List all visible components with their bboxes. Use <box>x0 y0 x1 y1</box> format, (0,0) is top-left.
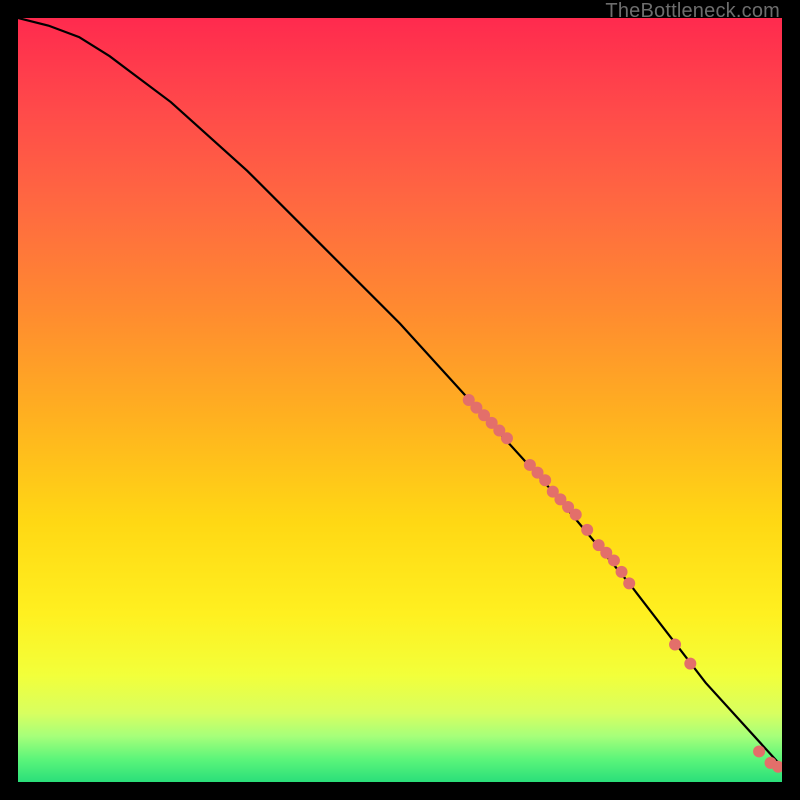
chart-marker <box>753 745 765 757</box>
chart-stage: TheBottleneck.com <box>0 0 800 800</box>
chart-marker <box>616 566 628 578</box>
chart-marker <box>608 554 620 566</box>
chart-marker <box>684 658 696 670</box>
chart-marker <box>581 524 593 536</box>
chart-marker <box>669 638 681 650</box>
chart-marker <box>623 577 635 589</box>
chart-marker <box>539 474 551 486</box>
chart-overlay <box>18 18 782 782</box>
chart-plot-area <box>18 18 782 782</box>
chart-marker-group <box>463 394 782 773</box>
chart-curve <box>18 18 782 767</box>
chart-marker <box>501 432 513 444</box>
chart-marker <box>570 509 582 521</box>
